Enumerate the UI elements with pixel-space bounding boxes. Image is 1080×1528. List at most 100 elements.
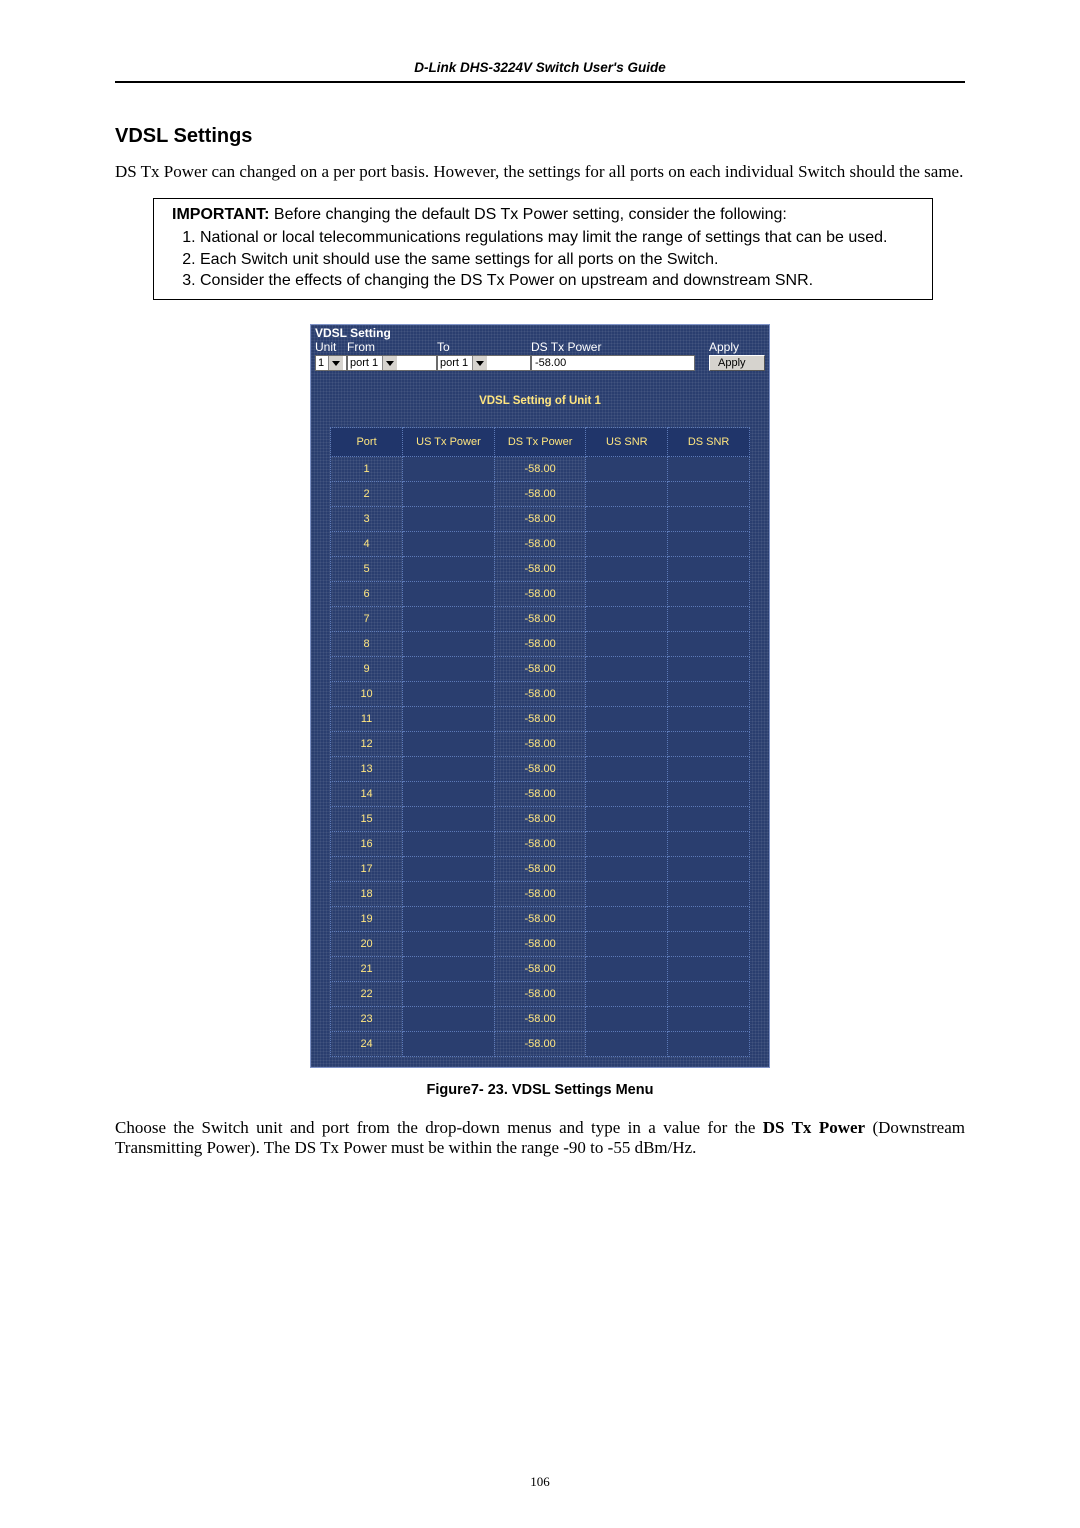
cell-ds-snr	[668, 807, 750, 832]
table-row: 19-58.00	[331, 907, 750, 932]
cell-us-snr	[586, 982, 668, 1007]
cell-ds-snr	[668, 832, 750, 857]
cell-us-tx-power	[403, 582, 495, 607]
cell-us-tx-power	[403, 1032, 495, 1057]
cell-us-tx-power	[403, 757, 495, 782]
cell-us-snr	[586, 607, 668, 632]
vdsl-setting-panel: VDSL Setting Unit 1 From port 1 To por	[310, 324, 770, 1068]
cell-us-tx-power	[403, 957, 495, 982]
table-row: 4-58.00	[331, 532, 750, 557]
table-row: 11-58.00	[331, 707, 750, 732]
cell-us-snr	[586, 507, 668, 532]
important-list: National or local telecommunications reg…	[172, 228, 914, 292]
sub-caption: VDSL Setting of Unit 1	[311, 375, 769, 427]
table-row: 23-58.00	[331, 1007, 750, 1032]
table-row: 3-58.00	[331, 507, 750, 532]
cell-port: 15	[331, 807, 403, 832]
unit-select[interactable]: 1	[315, 355, 347, 371]
figure-caption: Figure7- 23. VDSL Settings Menu	[115, 1082, 965, 1098]
cell-us-tx-power	[403, 832, 495, 857]
cell-ds-tx-power: -58.00	[494, 982, 586, 1007]
from-port-select[interactable]: port 1	[347, 355, 437, 371]
table-row: 16-58.00	[331, 832, 750, 857]
cell-us-snr	[586, 482, 668, 507]
cell-us-tx-power	[403, 782, 495, 807]
cell-us-snr	[586, 732, 668, 757]
table-row: 10-58.00	[331, 682, 750, 707]
cell-us-snr	[586, 682, 668, 707]
control-row: Unit 1 From port 1 To port 1	[311, 340, 769, 375]
cell-us-snr	[586, 857, 668, 882]
table-row: 13-58.00	[331, 757, 750, 782]
cell-ds-snr	[668, 657, 750, 682]
table-row: 20-58.00	[331, 932, 750, 957]
cell-port: 17	[331, 857, 403, 882]
cell-port: 14	[331, 782, 403, 807]
cell-ds-tx-power: -58.00	[494, 907, 586, 932]
cell-us-snr	[586, 582, 668, 607]
cell-ds-tx-power: -58.00	[494, 457, 586, 482]
cell-us-tx-power	[403, 732, 495, 757]
cell-port: 22	[331, 982, 403, 1007]
section-heading: VDSL Settings	[115, 125, 965, 148]
col-us-tx-power: US Tx Power	[403, 428, 495, 457]
header-divider	[115, 81, 965, 83]
cell-ds-tx-power: -58.00	[494, 957, 586, 982]
cell-ds-tx-power: -58.00	[494, 1007, 586, 1032]
apply-button[interactable]: Apply	[709, 355, 765, 371]
cell-ds-snr	[668, 707, 750, 732]
closing-bold: DS Tx Power	[763, 1118, 865, 1137]
cell-us-tx-power	[403, 532, 495, 557]
cell-us-tx-power	[403, 857, 495, 882]
cell-us-tx-power	[403, 707, 495, 732]
cell-port: 12	[331, 732, 403, 757]
cell-us-snr	[586, 632, 668, 657]
cell-port: 16	[331, 832, 403, 857]
col-port: Port	[331, 428, 403, 457]
important-lead: IMPORTANT:	[172, 206, 269, 223]
from-port-value: port 1	[348, 356, 382, 370]
page-number: 106	[0, 1474, 1080, 1490]
cell-ds-tx-power: -58.00	[494, 557, 586, 582]
ds-tx-power-input[interactable]: -58.00	[531, 355, 695, 371]
cell-us-snr	[586, 1007, 668, 1032]
cell-us-snr	[586, 957, 668, 982]
important-item: Each Switch unit should use the same set…	[200, 250, 914, 271]
cell-us-snr	[586, 1032, 668, 1057]
cell-ds-snr	[668, 757, 750, 782]
cell-ds-tx-power: -58.00	[494, 532, 586, 557]
col-ds-snr: DS SNR	[668, 428, 750, 457]
cell-us-tx-power	[403, 882, 495, 907]
table-row: 9-58.00	[331, 657, 750, 682]
cell-ds-tx-power: -58.00	[494, 607, 586, 632]
cell-us-tx-power	[403, 507, 495, 532]
cell-us-tx-power	[403, 457, 495, 482]
table-row: 7-58.00	[331, 607, 750, 632]
cell-port: 3	[331, 507, 403, 532]
cell-ds-tx-power: -58.00	[494, 807, 586, 832]
cell-us-tx-power	[403, 1007, 495, 1032]
important-item: Consider the effects of changing the DS …	[200, 271, 914, 292]
to-port-select[interactable]: port 1	[437, 355, 531, 371]
cell-us-snr	[586, 657, 668, 682]
intro-paragraph: DS Tx Power can changed on a per port ba…	[115, 162, 965, 182]
cell-us-snr	[586, 557, 668, 582]
cell-ds-snr	[668, 607, 750, 632]
to-port-value: port 1	[438, 356, 472, 370]
cell-us-snr	[586, 532, 668, 557]
cell-port: 18	[331, 882, 403, 907]
cell-us-snr	[586, 757, 668, 782]
cell-ds-tx-power: -58.00	[494, 732, 586, 757]
table-row: 24-58.00	[331, 1032, 750, 1057]
panel-title: VDSL Setting	[311, 325, 769, 340]
cell-port: 10	[331, 682, 403, 707]
cell-us-tx-power	[403, 607, 495, 632]
chevron-down-icon	[382, 356, 397, 370]
col-ds-tx-power: DS Tx Power	[494, 428, 586, 457]
cell-ds-tx-power: -58.00	[494, 782, 586, 807]
cell-ds-snr	[668, 457, 750, 482]
cell-us-snr	[586, 707, 668, 732]
table-row: 1-58.00	[331, 457, 750, 482]
cell-port: 20	[331, 932, 403, 957]
label-from: From	[347, 340, 437, 354]
